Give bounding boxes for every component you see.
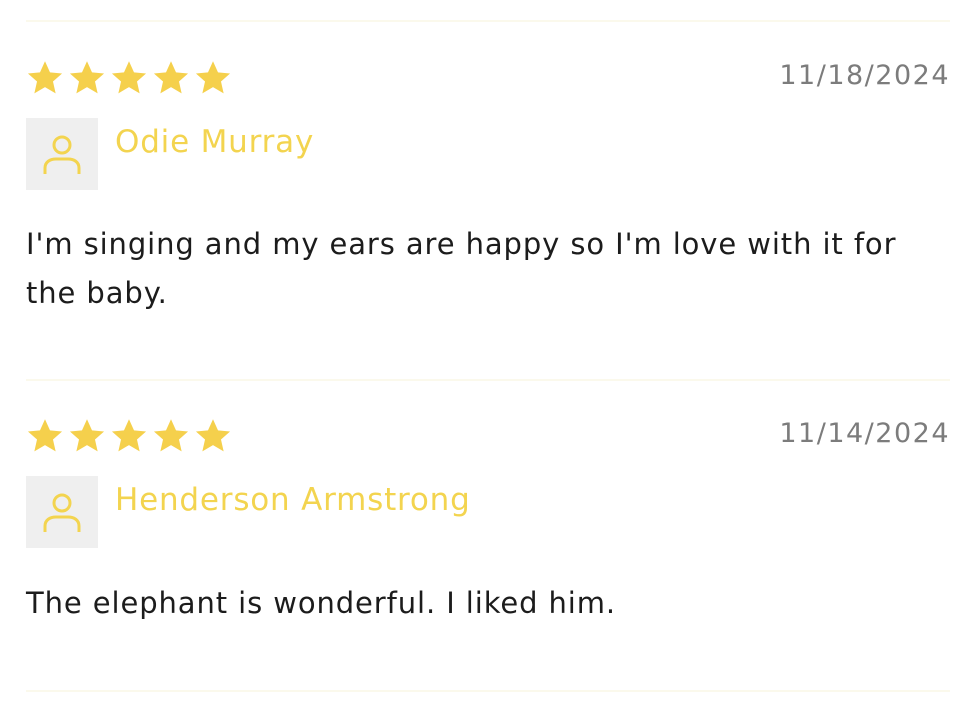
review-author: Odie Murray <box>115 124 315 160</box>
review-date: 11/18/2024 <box>779 60 950 91</box>
avatar <box>26 476 98 548</box>
review-body: The elephant is wonderful. I liked him. <box>26 586 617 620</box>
avatar <box>26 118 98 190</box>
star-rating <box>26 60 232 96</box>
star-icon <box>110 418 148 454</box>
star-icon <box>68 60 106 96</box>
star-icon <box>152 60 190 96</box>
divider <box>26 20 950 22</box>
user-outline-icon <box>42 132 82 176</box>
star-icon <box>26 418 64 454</box>
star-icon <box>26 60 64 96</box>
review-body: I'm singing and my ears are happy so I'm… <box>26 227 897 310</box>
divider <box>26 690 950 692</box>
review-date: 11/14/2024 <box>779 418 950 449</box>
star-icon <box>194 60 232 96</box>
star-icon <box>110 60 148 96</box>
user-outline-icon <box>42 490 82 534</box>
star-icon <box>194 418 232 454</box>
star-rating <box>26 418 232 454</box>
review-author: Henderson Armstrong <box>115 482 471 518</box>
divider <box>26 379 950 381</box>
star-icon <box>68 418 106 454</box>
star-icon <box>152 418 190 454</box>
